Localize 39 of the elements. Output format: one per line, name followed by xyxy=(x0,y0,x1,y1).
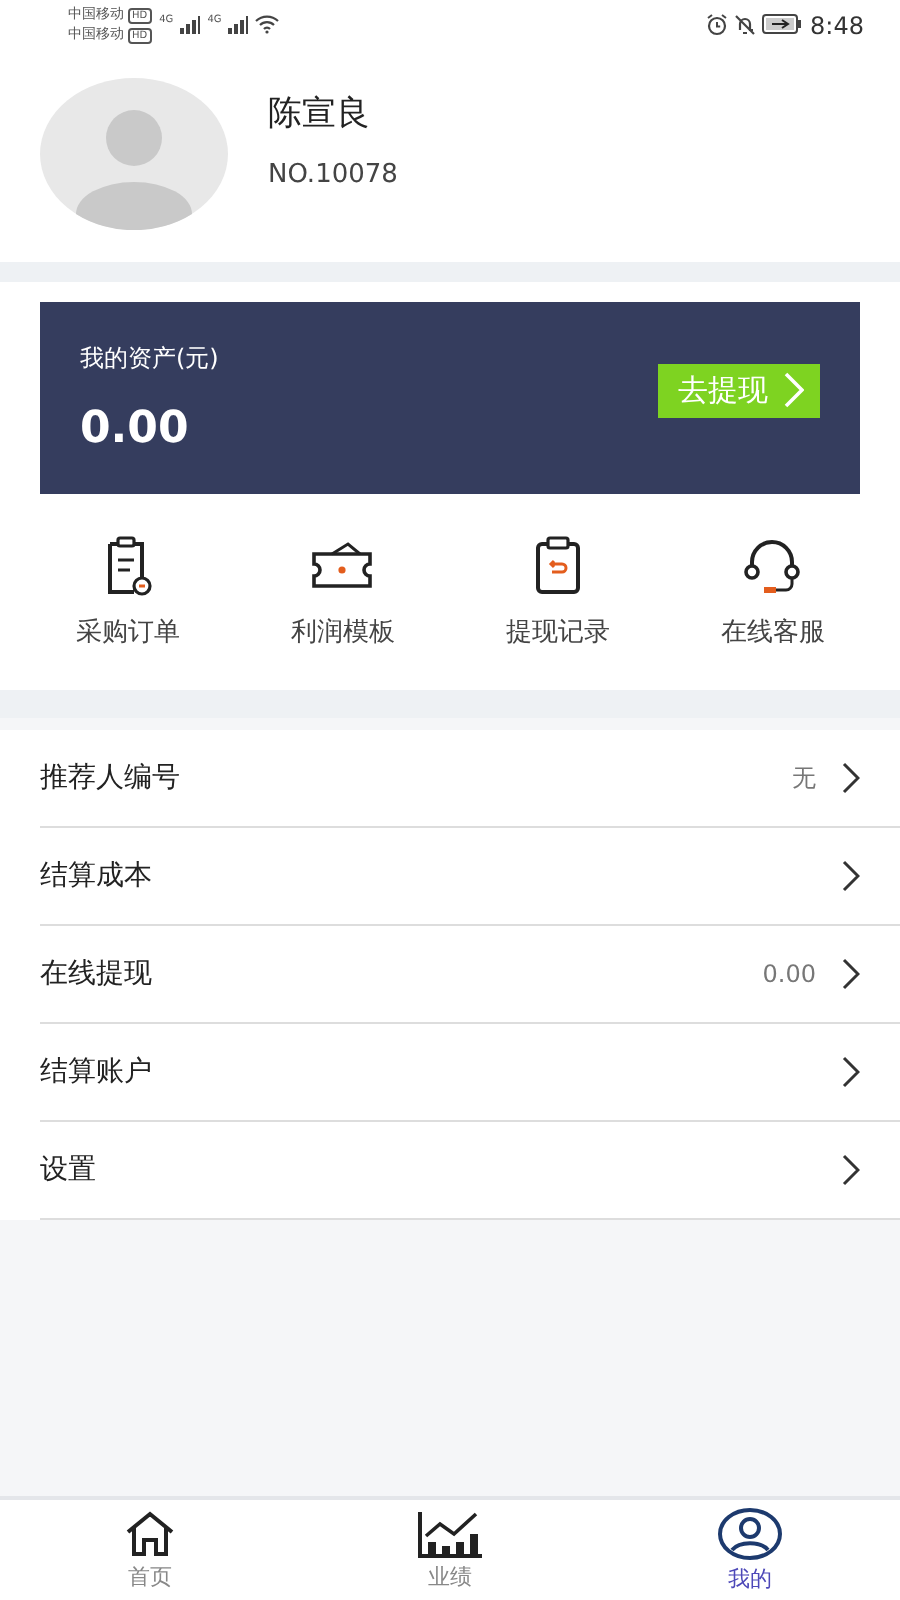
chart-icon xyxy=(416,1509,484,1557)
chevron-icon xyxy=(840,1056,860,1088)
tab[interactable]: 首页 xyxy=(0,1500,300,1600)
clock-time: 8:48 xyxy=(810,12,864,40)
asset-label: 我的资产(元) xyxy=(80,342,219,376)
chevron-icon xyxy=(840,860,860,892)
wifi-icon xyxy=(253,14,280,34)
tab[interactable]: 我的 xyxy=(600,1500,900,1600)
menu-row[interactable]: 结算账户 xyxy=(40,1024,900,1122)
signal-icon xyxy=(179,15,200,33)
user-icon xyxy=(718,1507,782,1559)
chevron-icon xyxy=(840,762,860,794)
menu-label: 结算账户 xyxy=(40,1054,154,1090)
menu-row[interactable]: 结算成本 xyxy=(40,828,900,926)
menu-label: 推荐人编号 xyxy=(40,760,182,796)
chevron-icon xyxy=(784,372,804,408)
chevron-icon xyxy=(840,1154,860,1186)
menu-row[interactable]: 在线提现 0.00 xyxy=(40,926,900,1024)
user-name: 陈宣良 xyxy=(268,92,372,136)
avatar-icon xyxy=(40,78,228,230)
menu-value: 无 xyxy=(792,761,816,795)
shortcut-button[interactable]: 采购订单 xyxy=(20,534,235,650)
asset-amount: 0.00 xyxy=(80,404,191,454)
signal-icon xyxy=(227,15,248,33)
menu-label: 结算成本 xyxy=(40,858,154,894)
battery-icon xyxy=(762,14,803,34)
chevron-icon xyxy=(840,958,860,990)
shortcut-button[interactable]: 利润模板 xyxy=(235,534,450,650)
menu-label: 设置 xyxy=(40,1152,98,1188)
menu-row[interactable]: 推荐人编号 无 xyxy=(40,730,900,828)
user-number: NO.10078 xyxy=(268,160,398,190)
menu-row[interactable]: 设置 xyxy=(40,1122,900,1220)
tab[interactable]: 业绩 xyxy=(300,1500,600,1600)
shortcut-button[interactable]: 在线客服 xyxy=(665,534,880,650)
mute-bell-icon xyxy=(734,13,757,35)
menu-label: 在线提现 xyxy=(40,956,154,992)
menu-value: 0.00 xyxy=(762,960,816,988)
alarm-icon xyxy=(706,13,729,35)
shortcut-button[interactable]: 提现记录 xyxy=(450,534,665,650)
